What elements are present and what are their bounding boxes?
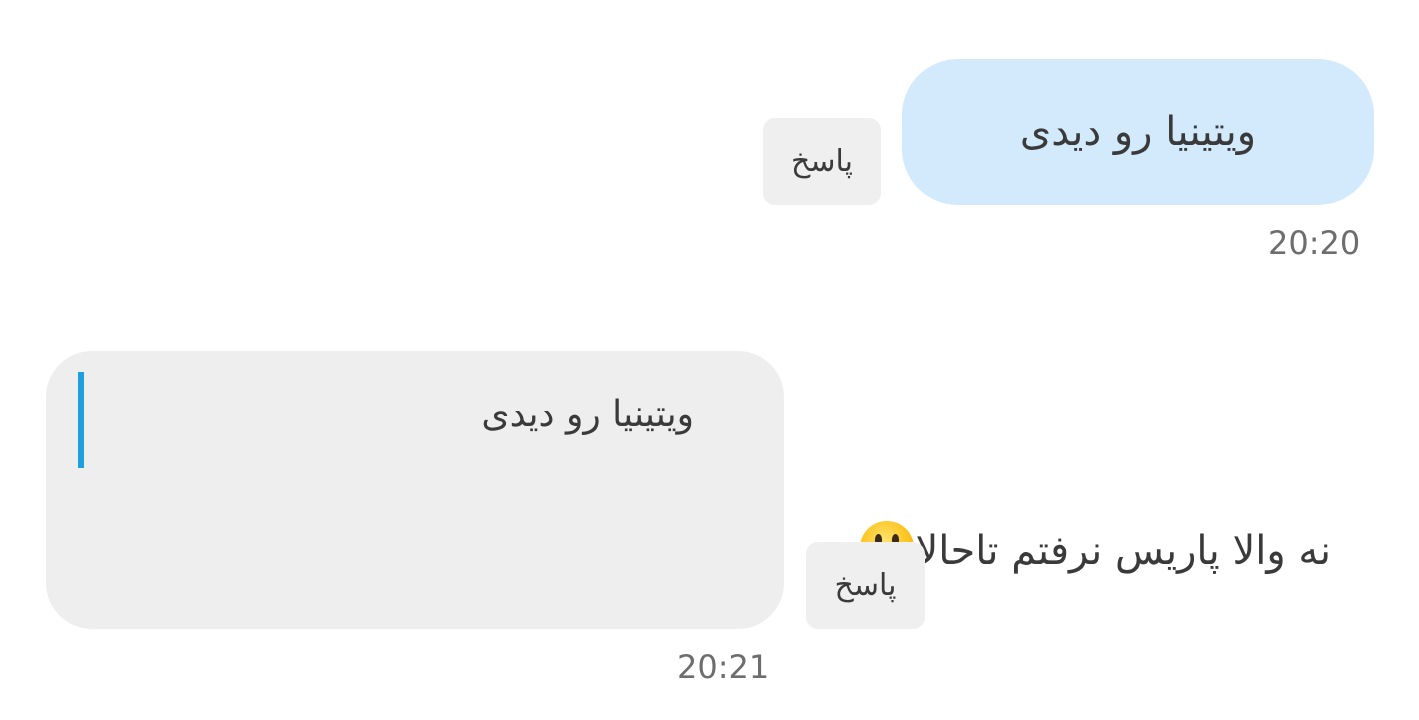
message-text-row: نه والا پاریس نرفتم تاحالا: [857, 520, 1331, 586]
reply-button-label: پاسخ: [834, 568, 897, 603]
message-text: ویتینیا رو دیدی: [1019, 109, 1257, 155]
outgoing-message-bubble[interactable]: ویتینیا رو دیدی: [902, 59, 1374, 205]
quoted-message[interactable]: ویتینیا رو دیدی: [78, 372, 698, 468]
message-timestamp: 20:21: [677, 648, 770, 686]
reply-button[interactable]: پاسخ: [763, 118, 881, 205]
reply-button[interactable]: پاسخ: [806, 542, 925, 629]
quote-accent-bar: [78, 372, 84, 468]
message-text: نه والا پاریس نرفتم تاحالا: [915, 528, 1331, 574]
reply-button-label: پاسخ: [791, 144, 853, 179]
quoted-message-text: ویتینیا رو دیدی: [481, 394, 694, 435]
chat-view: ویتینیا رو دیدی پاسخ 20:20 ویتینیا رو دی…: [0, 0, 1419, 720]
message-timestamp: 20:20: [1268, 224, 1361, 262]
